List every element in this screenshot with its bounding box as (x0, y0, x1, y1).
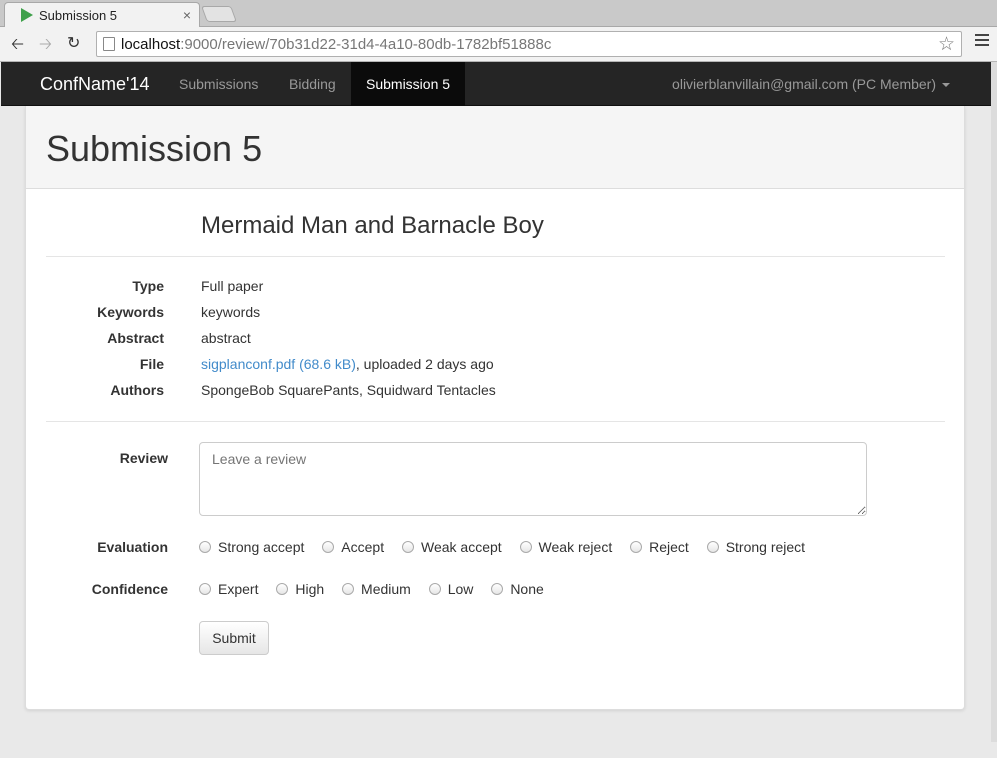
reload-icon[interactable]: ↻ (67, 33, 80, 53)
radio-icon[interactable] (706, 541, 719, 553)
nav-item-submission-5[interactable]: Submission 5 (351, 62, 466, 106)
evaluation-label: Evaluation (97, 539, 168, 555)
detail-row-abstract: Abstract abstract (26, 330, 964, 356)
detail-value: abstract (201, 330, 251, 346)
radio-icon[interactable] (276, 583, 289, 595)
star-icon[interactable]: ☆ (938, 33, 955, 56)
user-menu[interactable]: olivierblanvillain@gmail.com (PC Member) (672, 62, 950, 106)
radio-icon[interactable] (199, 583, 211, 595)
tab-title: Submission 5 (39, 8, 118, 23)
confidence-label: Confidence (91, 581, 168, 597)
new-tab-button[interactable] (201, 6, 237, 22)
navbar: ConfName'14 Submissions Bidding Submissi… (1, 62, 994, 106)
page-icon (103, 37, 115, 51)
divider (46, 421, 945, 422)
submit-button[interactable]: Submit (199, 621, 269, 655)
radio-icon[interactable] (199, 541, 211, 553)
detail-label: Abstract (107, 330, 164, 346)
radio-icon[interactable] (519, 541, 532, 553)
evaluation-option[interactable]: Strong reject (706, 539, 805, 555)
radio-icon[interactable] (428, 583, 441, 595)
url-text: localhost:9000/review/70b31d22-31d4-4a10… (121, 36, 552, 53)
brand-link[interactable]: ConfName'14 (40, 74, 150, 95)
radio-icon[interactable] (630, 541, 643, 553)
close-tab-icon[interactable]: × (183, 7, 191, 23)
menu-icon[interactable] (975, 34, 989, 49)
paper-title: Mermaid Man and Barnacle Boy (201, 212, 544, 239)
confidence-option[interactable]: High (276, 581, 324, 597)
detail-row-type: Type Full paper (26, 278, 964, 304)
detail-value: sigplanconf.pdf (68.6 kB), uploaded 2 da… (201, 356, 494, 372)
page-header: Submission 5 (26, 106, 964, 189)
back-icon[interactable]: 🡠 (11, 33, 24, 60)
confidence-option[interactable]: Medium (342, 581, 411, 597)
page-title: Submission 5 (46, 128, 263, 169)
browser-tabstrip: Submission 5 × (0, 0, 997, 28)
evaluation-option[interactable]: Weak accept (401, 539, 502, 555)
detail-row-file: File sigplanconf.pdf (68.6 kB), uploaded… (26, 356, 964, 382)
review-label: Review (119, 450, 168, 466)
radio-icon[interactable] (342, 583, 355, 595)
confidence-radio-group: Expert High Medium Low None (199, 581, 558, 597)
radio-icon[interactable] (401, 541, 414, 553)
evaluation-option[interactable]: Strong accept (199, 539, 304, 555)
radio-icon[interactable] (491, 583, 504, 595)
scrollbar[interactable] (991, 62, 997, 742)
radio-icon[interactable] (322, 541, 335, 553)
detail-label: File (139, 356, 164, 372)
browser-toolbar: 🡠 🡢 ↻ localhost:9000/review/70b31d22-31d… (0, 27, 997, 62)
detail-label: Keywords (97, 304, 164, 320)
detail-value: keywords (201, 304, 261, 320)
user-email: olivierblanvillain@gmail.com (PC Member) (672, 76, 936, 92)
evaluation-option[interactable]: Weak reject (519, 539, 612, 555)
detail-value: Full paper (201, 278, 264, 294)
main-panel: Submission 5 Mermaid Man and Barnacle Bo… (25, 106, 965, 710)
address-bar[interactable]: localhost:9000/review/70b31d22-31d4-4a10… (96, 31, 962, 57)
upload-info: , uploaded 2 days ago (355, 356, 494, 372)
detail-row-authors: Authors SpongeBob SquarePants, Squidward… (26, 382, 964, 408)
forward-icon[interactable]: 🡢 (39, 33, 52, 60)
caret-down-icon (942, 83, 950, 88)
detail-label: Type (132, 278, 164, 294)
evaluation-option[interactable]: Accept (322, 539, 384, 555)
file-link[interactable]: sigplanconf.pdf (68.6 kB) (201, 356, 356, 372)
detail-value: SpongeBob SquarePants, Squidward Tentacl… (201, 382, 496, 398)
detail-label: Authors (110, 382, 164, 398)
nav-item-submissions[interactable]: Submissions (164, 62, 273, 106)
review-textarea[interactable] (199, 442, 867, 516)
browser-tab[interactable]: Submission 5 × (4, 2, 200, 28)
nav-item-bidding[interactable]: Bidding (274, 62, 351, 106)
evaluation-radio-group: Strong accept Accept Weak accept Weak re… (199, 539, 819, 555)
confidence-option[interactable]: Low (428, 581, 473, 597)
confidence-option[interactable]: None (491, 581, 544, 597)
divider (46, 256, 945, 257)
confidence-option[interactable]: Expert (199, 581, 258, 597)
evaluation-option[interactable]: Reject (630, 539, 689, 555)
play-favicon-icon (21, 8, 33, 22)
detail-row-keywords: Keywords keywords (26, 304, 964, 330)
